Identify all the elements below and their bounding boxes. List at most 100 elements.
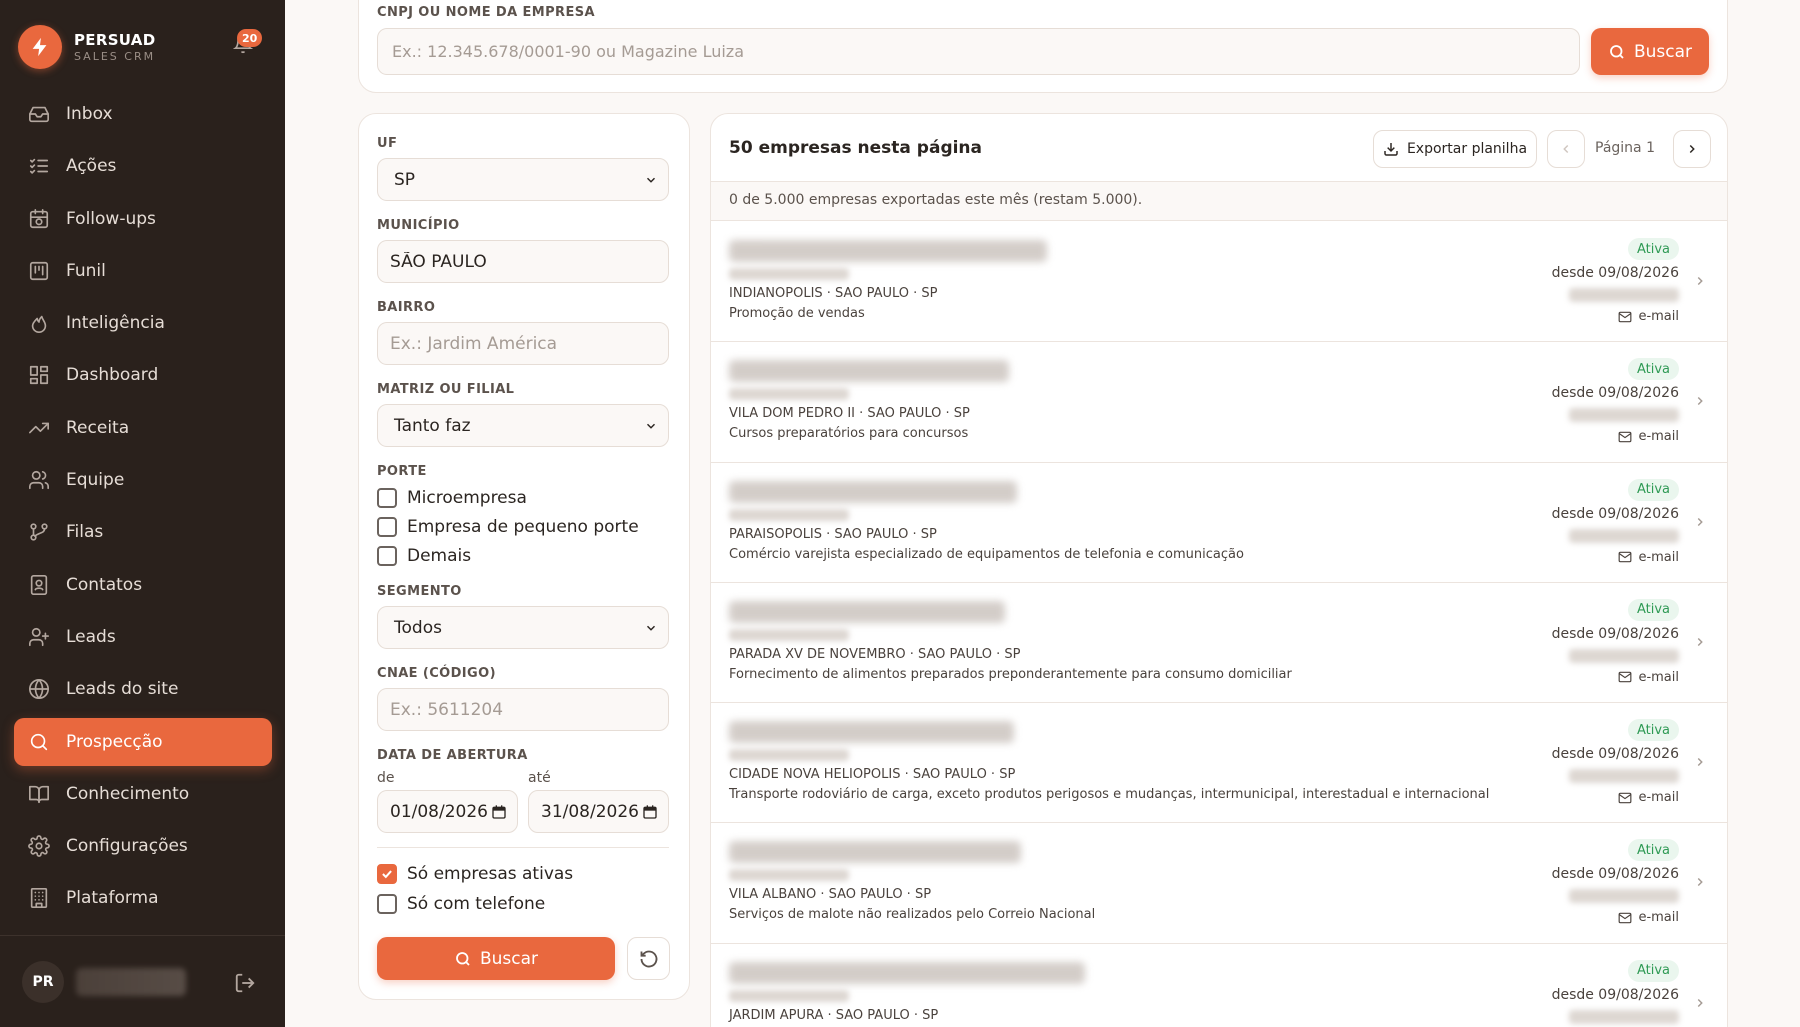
reset-filters-button[interactable] <box>627 937 670 980</box>
company-search-input[interactable] <box>377 28 1580 75</box>
company-phone-redacted <box>1569 648 1679 663</box>
segmento-value: Todos <box>394 617 442 638</box>
check-icon <box>382 870 392 879</box>
sidebar-item-funil[interactable]: Funil <box>14 247 272 295</box>
company-since: desde 09/08/2026 <box>1551 866 1679 883</box>
matriz-label: MATRIZ OU FILIAL <box>377 382 515 397</box>
company-row[interactable]: CIDADE NOVA HELIOPOLIS · SAO PAULO · SP T… <box>711 703 1727 824</box>
checkbox[interactable] <box>377 546 397 566</box>
chevron-right-icon[interactable] <box>1693 996 1707 1010</box>
user-name-redacted <box>76 968 186 996</box>
export-spreadsheet-button[interactable]: Exportar planilha <box>1373 130 1537 168</box>
chevron-right-icon[interactable] <box>1693 635 1707 649</box>
chevron-right-icon[interactable] <box>1693 755 1707 769</box>
company-email[interactable]: e-mail <box>1618 309 1679 324</box>
user-profile[interactable]: PR <box>22 960 270 1004</box>
email-label: e-mail <box>1638 669 1679 685</box>
company-activity: Cursos preparatórios para concursos <box>729 426 969 442</box>
calendar-icon[interactable] <box>642 804 658 820</box>
checkbox[interactable] <box>377 894 397 914</box>
only-phone-toggle[interactable]: Só com telefone <box>377 894 545 914</box>
sidebar-item-follow-ups[interactable]: Follow-ups <box>14 195 272 243</box>
chevron-right-icon[interactable] <box>1693 875 1707 889</box>
calendar-clock-icon <box>28 208 50 230</box>
search-icon <box>456 951 470 966</box>
date-to-input[interactable]: 31/08/2026 <box>528 790 669 833</box>
status-badge: Ativa <box>1627 238 1679 260</box>
calendar-icon[interactable] <box>491 804 507 820</box>
sidebar-item-dashboard[interactable]: Dashboard <box>14 351 272 399</box>
mail-icon <box>1619 912 1632 924</box>
next-page-button[interactable] <box>1673 130 1711 168</box>
company-email[interactable]: e-mail <box>1618 790 1679 805</box>
chevron-left-icon <box>1563 144 1569 154</box>
sidebar-item-receita[interactable]: Receita <box>14 404 272 452</box>
checkbox-checked[interactable] <box>377 864 397 884</box>
sidebar-item-contatos[interactable]: Contatos <box>14 561 272 609</box>
uf-select[interactable]: SP <box>377 158 669 201</box>
date-from-input[interactable]: 01/08/2026 <box>377 790 518 833</box>
download-icon <box>1384 143 1398 156</box>
segmento-select[interactable]: Todos <box>377 606 669 649</box>
cnae-input[interactable] <box>377 688 669 731</box>
porte-option-demais[interactable]: Demais <box>377 546 471 566</box>
sidebar-item-equipe[interactable]: Equipe <box>14 456 272 504</box>
avatar: PR <box>22 961 64 1003</box>
chevron-right-icon[interactable] <box>1693 394 1707 408</box>
checkbox[interactable] <box>377 488 397 508</box>
company-email[interactable]: e-mail <box>1618 550 1679 565</box>
sidebar-item-leads-do-site[interactable]: Leads do site <box>14 665 272 713</box>
logout-icon[interactable] <box>234 972 256 994</box>
sidebar-item-leads[interactable]: Leads <box>14 613 272 661</box>
data-abertura-label: DATA DE ABERTURA <box>377 748 528 763</box>
company-email[interactable]: e-mail <box>1618 429 1679 444</box>
company-since: desde 09/08/2026 <box>1551 986 1679 1003</box>
company-row[interactable]: INDIANOPOLIS · SAO PAULO · SP Promoção de… <box>711 222 1727 343</box>
company-location: PARADA XV DE NOVEMBRO · SAO PAULO · SP <box>729 646 1021 662</box>
sidebar-item-filas[interactable]: Filas <box>14 508 272 556</box>
company-since: desde 09/08/2026 <box>1551 505 1679 522</box>
company-row[interactable]: PARADA XV DE NOVEMBRO · SAO PAULO · SP Fo… <box>711 583 1727 704</box>
porte-option-pequeno[interactable]: Empresa de pequeno porte <box>377 517 639 537</box>
sidebar-divider <box>0 935 285 936</box>
company-row[interactable]: PARAISOPOLIS · SAO PAULO · SP Comércio va… <box>711 463 1727 583</box>
only-active-toggle[interactable]: Só empresas ativas <box>377 864 573 884</box>
bairro-input[interactable] <box>377 322 669 365</box>
municipio-label: MUNICÍPIO <box>377 218 460 233</box>
porte-option-micro[interactable]: Microempresa <box>377 488 527 508</box>
search-button[interactable]: Buscar <box>1591 28 1709 75</box>
company-email[interactable]: e-mail <box>1618 910 1679 925</box>
filters-search-button[interactable]: Buscar <box>377 937 615 980</box>
company-cnpj-redacted <box>729 989 849 1002</box>
company-email[interactable]: e-mail <box>1618 670 1679 685</box>
sidebar: PERSUAD SALES CRM 20 Inbox Ações Follow-up… <box>0 0 285 1027</box>
sidebar-item-conhecimento[interactable]: Conhecimento <box>14 770 272 818</box>
cnae-label: CNAE (CÓDIGO) <box>377 666 496 681</box>
chevron-right-icon[interactable] <box>1693 274 1707 288</box>
filters-search-label: Buscar <box>479 948 539 969</box>
company-row[interactable]: VILA DOM PEDRO II · SAO PAULO · SP Cursos… <box>711 342 1727 463</box>
company-row[interactable]: VILA ALBANO · SAO PAULO · SP Serviços de … <box>711 823 1727 944</box>
company-phone-redacted <box>1569 408 1679 423</box>
inbox-icon <box>28 103 50 125</box>
sidebar-item-label: Configurações <box>66 836 188 857</box>
results-list: INDIANOPOLIS · SAO PAULO · SP Promoção de… <box>711 222 1727 1027</box>
sidebar-item-inbox[interactable]: Inbox <box>14 90 272 138</box>
bairro-label: BAIRRO <box>377 300 436 315</box>
flame-icon <box>28 312 50 334</box>
date-from-value: 01/08/2026 <box>390 801 488 822</box>
sidebar-item-label: Dashboard <box>66 365 159 386</box>
sidebar-item-prospeccao[interactable]: Prospecção <box>14 717 272 766</box>
sidebar-item-configuracoes[interactable]: Configurações <box>14 822 272 870</box>
sidebar-item-acoes[interactable]: Ações <box>14 142 272 190</box>
users-icon <box>28 469 50 491</box>
checkbox[interactable] <box>377 517 397 537</box>
matriz-select[interactable]: Tanto faz <box>377 404 669 447</box>
company-row[interactable]: JARDIM APURA · SAO PAULO · SP Ativa desde … <box>711 944 1727 1027</box>
sidebar-item-plataforma[interactable]: Plataforma <box>14 874 272 922</box>
sidebar-item-inteligencia[interactable]: Inteligência <box>14 299 272 347</box>
municipio-input[interactable] <box>377 240 669 283</box>
brand[interactable]: PERSUAD SALES CRM <box>18 25 155 69</box>
chevron-right-icon[interactable] <box>1693 515 1707 529</box>
previous-page-button[interactable] <box>1547 130 1585 168</box>
